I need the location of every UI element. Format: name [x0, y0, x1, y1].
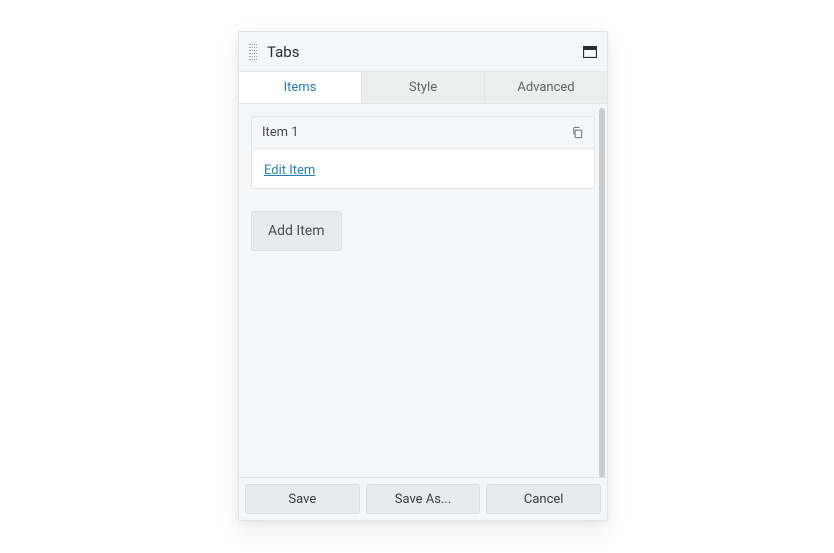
panel-header: Tabs [239, 32, 607, 72]
content-area: Item 1 Edit Item Add Item [239, 104, 607, 477]
drag-handle-icon[interactable] [247, 44, 259, 60]
cancel-button[interactable]: Cancel [486, 484, 601, 514]
content-scroll: Item 1 Edit Item Add Item [239, 104, 607, 477]
window-icon[interactable] [583, 46, 597, 58]
tab-advanced[interactable]: Advanced [485, 72, 607, 103]
item-card: Item 1 Edit Item [251, 116, 595, 189]
item-body: Edit Item [252, 149, 594, 188]
add-item-button[interactable]: Add Item [251, 211, 342, 251]
tabs-row: Items Style Advanced [239, 72, 607, 104]
tab-style[interactable]: Style [362, 72, 485, 103]
tab-items[interactable]: Items [239, 72, 362, 103]
panel-footer: Save Save As... Cancel [239, 477, 607, 520]
edit-item-link[interactable]: Edit Item [264, 163, 315, 178]
scrollbar-thumb[interactable] [599, 108, 605, 477]
item-header[interactable]: Item 1 [252, 117, 594, 149]
save-as-button[interactable]: Save As... [366, 484, 481, 514]
scrollbar[interactable] [599, 108, 605, 473]
panel-title: Tabs [267, 43, 583, 61]
copy-icon[interactable] [571, 126, 584, 139]
item-label: Item 1 [262, 125, 299, 140]
tabs-settings-panel: Tabs Items Style Advanced Item 1 [238, 31, 608, 521]
save-button[interactable]: Save [245, 484, 360, 514]
